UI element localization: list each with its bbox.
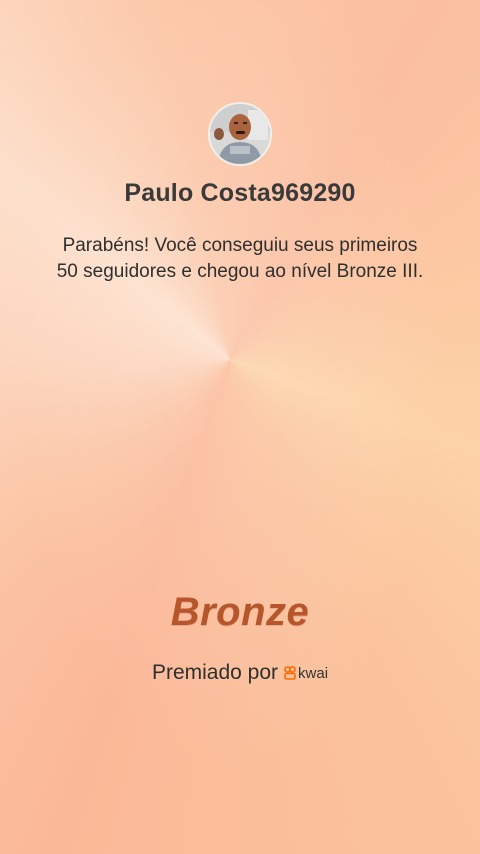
- avatar[interactable]: [208, 102, 272, 166]
- user-photo-avatar: [210, 104, 270, 164]
- awarded-by: Premiado por kwai: [0, 661, 480, 685]
- kwai-logo: kwai: [284, 665, 328, 682]
- congratulations-message: Parabéns! Você conseguiu seus primeiros …: [56, 235, 424, 282]
- kwai-logo-icon: [284, 666, 296, 680]
- tier-title: Bronze: [170, 590, 310, 634]
- username: Paulo Costa969290: [124, 179, 356, 207]
- kwai-brand-text: kwai: [298, 664, 329, 682]
- awarded-by-label: Premiado por: [151, 661, 279, 684]
